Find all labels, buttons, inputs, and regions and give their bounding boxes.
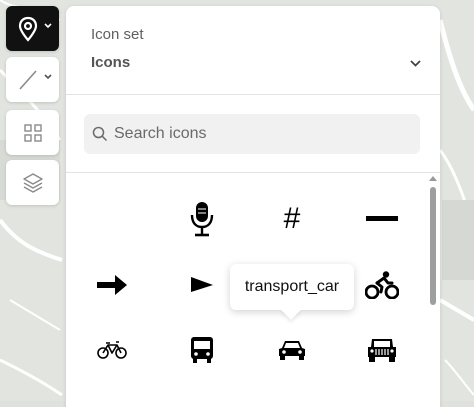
scroll-thumb[interactable] [430,187,436,305]
icon-cell-jeep[interactable] [360,328,404,372]
cyclist-icon [365,271,399,299]
divider [66,94,440,95]
marker-tool-button[interactable] [6,6,59,51]
icon-cell-bicycle[interactable] [90,328,134,372]
icon-cell-bus[interactable] [180,328,224,372]
search-box[interactable] [84,114,420,154]
jeep-icon [368,339,396,362]
icon-cell-hashtag[interactable]: # [270,197,314,241]
icon-cell-cyclist[interactable] [360,263,404,307]
layers-icon [22,172,43,193]
line-tool-button[interactable] [6,57,59,102]
search-input[interactable] [114,114,410,154]
bicycle-icon [97,341,127,359]
grid-tool-button[interactable] [6,110,59,155]
iconset-value: Icons [91,54,131,71]
line-icon [18,69,37,90]
icon-picker-panel: Icon set Icons # [66,6,440,407]
icon-cell-arrow-right[interactable] [90,263,134,307]
microphone-icon [190,202,214,237]
grid-icon [23,123,42,142]
tooltip-text: transport_car [244,278,340,295]
iconset-label: Icon set [91,26,144,43]
chevron-down-icon [44,23,52,29]
scroll-up-arrow[interactable] [429,176,437,181]
chevron-down-icon [410,60,421,67]
tooltip-arrow [281,300,301,320]
search-icon [92,126,108,142]
minus-icon [366,216,398,221]
chevron-down-icon [44,74,52,80]
icon-cell-microphone[interactable] [180,197,224,241]
map-pin-icon [18,16,37,42]
icon-cell-blank[interactable] [90,197,134,241]
arrow-right-icon [97,275,127,295]
icon-tooltip: transport_car [230,264,354,320]
icon-cell-car[interactable] [270,328,314,372]
iconset-select[interactable]: Icons [91,54,421,78]
car-icon [279,341,305,360]
layers-tool-button[interactable] [6,160,59,205]
divider [66,172,440,173]
scrollbar[interactable] [429,176,437,407]
bus-icon [191,337,213,363]
hashtag-icon: # [283,202,301,235]
icon-cell-flag[interactable] [180,263,224,307]
icon-cell-minus[interactable] [360,197,404,241]
flag-icon [191,277,213,292]
